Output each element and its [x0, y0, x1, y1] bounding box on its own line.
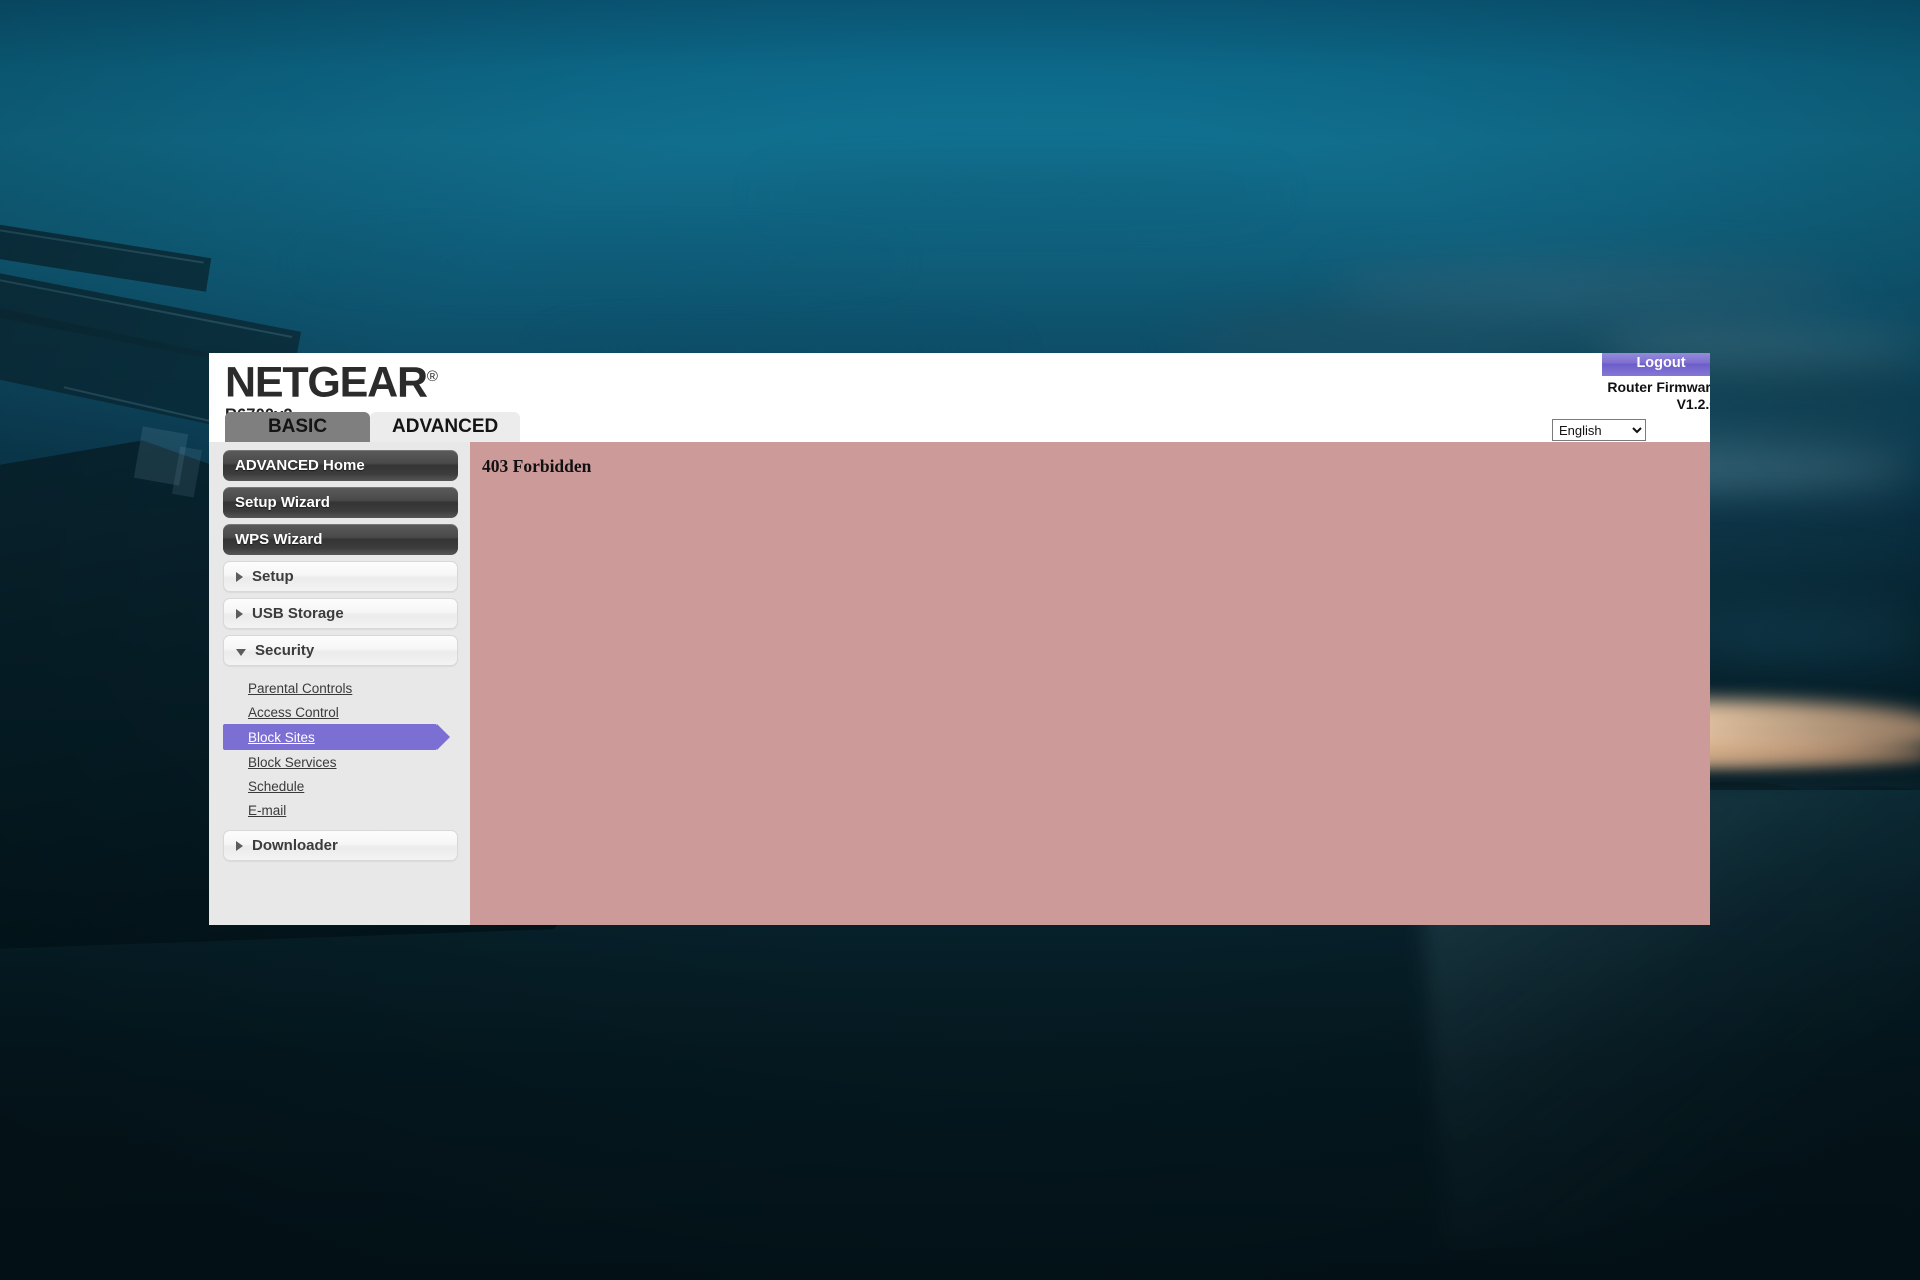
router-admin-page: NETGEAR® R6700v2 Logout Router Firmware … [209, 353, 1710, 925]
netgear-logo: NETGEAR® [225, 355, 438, 407]
sidebar-item-label: E-mail [248, 802, 287, 818]
firmware-version-label: Router Firmware Versi [1607, 379, 1710, 395]
caret-right-icon [236, 608, 243, 619]
language-select[interactable]: English [1552, 419, 1646, 441]
sidebar-item-label: Setup Wizard [235, 494, 330, 511]
sidebar-group-usb-storage[interactable]: USB Storage [223, 598, 458, 629]
tab-advanced[interactable]: ADVANCED [370, 412, 521, 442]
sidebar-item-block-sites[interactable]: Block Sites [223, 724, 450, 750]
firmware-version-value: V1.2.0.76_1. [1676, 396, 1710, 412]
sidebar-group-label: USB Storage [252, 605, 344, 622]
sidebar-item-label: Block Sites [248, 729, 315, 745]
sidebar-item-label: Block Services [248, 754, 337, 770]
error-title: 403 Forbidden [482, 456, 592, 476]
page-header: NETGEAR® R6700v2 Logout Router Firmware … [209, 353, 1710, 442]
sidebar-group-downloader[interactable]: Downloader [223, 830, 458, 861]
sidebar-nav: ADVANCED Home Setup Wizard WPS Wizard Se… [209, 442, 468, 925]
firmware-version-block: Router Firmware Versi V1.2.0.76_1. [1607, 379, 1710, 413]
sidebar-item-setup-wizard[interactable]: Setup Wizard [223, 487, 458, 518]
logout-button[interactable]: Logout [1602, 353, 1710, 376]
registered-trademark-icon: ® [426, 368, 438, 385]
sidebar-group-label: Security [255, 642, 315, 659]
sidebar-item-label: Parental Controls [248, 680, 353, 696]
sidebar-item-schedule[interactable]: Schedule [223, 774, 458, 798]
caret-right-icon [236, 571, 243, 582]
sidebar-item-parental-controls[interactable]: Parental Controls [223, 676, 458, 700]
sidebar-item-advanced-home[interactable]: ADVANCED Home [223, 450, 458, 481]
sidebar-item-label: WPS Wizard [235, 531, 323, 548]
sidebar-item-label: Schedule [248, 778, 305, 794]
downloader-group-wrap: Downloader [223, 830, 458, 861]
sidebar-group-label: Setup [252, 568, 294, 585]
sidebar-item-email[interactable]: E-mail [223, 798, 458, 822]
sidebar-item-label: Access Control [248, 704, 339, 720]
sidebar-group-label: Downloader [252, 837, 338, 854]
caret-right-icon [236, 840, 243, 851]
sidebar-group-security[interactable]: Security [223, 635, 458, 666]
page-body: ADVANCED Home Setup Wizard WPS Wizard Se… [209, 442, 1710, 925]
sidebar-group-setup[interactable]: Setup [223, 561, 458, 592]
content-area: 403 Forbidden [468, 442, 1710, 925]
sidebar-item-wps-wizard[interactable]: WPS Wizard [223, 524, 458, 555]
logo-wordmark: NETGEAR [225, 358, 428, 407]
language-selector-wrap: English [1552, 419, 1646, 441]
sidebar-item-block-services[interactable]: Block Services [223, 750, 458, 774]
caret-down-icon [236, 649, 246, 656]
sidebar-item-label: ADVANCED Home [235, 457, 365, 474]
tab-basic[interactable]: BASIC [225, 412, 370, 442]
main-tabs: BASIC ADVANCED [225, 412, 521, 442]
sidebar-item-access-control[interactable]: Access Control [223, 700, 458, 724]
security-submenu: Parental Controls Access Control Block S… [223, 676, 458, 822]
